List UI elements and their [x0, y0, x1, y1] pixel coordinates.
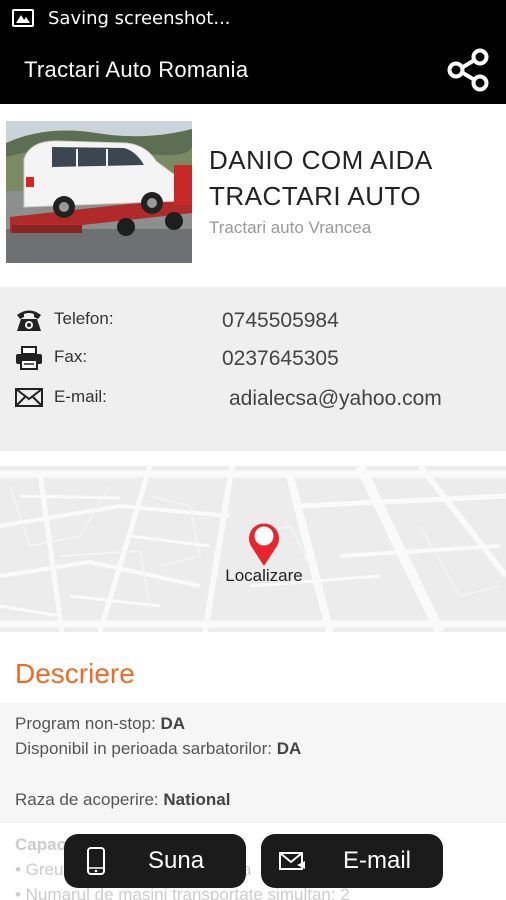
- email-icon: [15, 388, 43, 407]
- desc-label: Raza de acoperire:: [15, 790, 164, 809]
- contact-row-fax[interactable]: Fax: 0237645305: [0, 341, 506, 377]
- fax-label: Fax:: [54, 347, 88, 366]
- company-name: DANIO COM AIDA TRACTARI AUTO: [209, 145, 432, 211]
- location-map[interactable]: Localizare: [0, 466, 506, 632]
- email-button[interactable]: E-mail: [261, 834, 443, 888]
- phone-value[interactable]: 0745505984: [222, 309, 339, 333]
- share-icon[interactable]: [444, 46, 492, 94]
- app-bar: Tractari Auto Romania: [0, 36, 506, 104]
- desc-value: DA: [160, 714, 186, 733]
- phone-icon: [17, 310, 41, 331]
- mobile-phone-icon: [87, 847, 105, 875]
- call-button[interactable]: Suna: [64, 834, 246, 888]
- contact-row-email[interactable]: E-mail: adialecsa@yahoo.com: [0, 381, 506, 417]
- phone-label: Telefon:: [54, 309, 114, 328]
- desc-value: National: [163, 790, 231, 809]
- email-label: E-mail:: [54, 387, 107, 406]
- tow-truck-photo: [6, 121, 192, 263]
- image-icon: [12, 9, 34, 27]
- desc-label: Disponibil in perioada sarbatorilor:: [15, 739, 277, 758]
- desc-label: Program non-stop:: [15, 714, 161, 733]
- contact-row-phone[interactable]: Telefon: 0745505984: [0, 303, 506, 339]
- desc-line-holidays: Disponibil in perioada sarbatorilor: DA: [15, 736, 491, 761]
- contact-panel: Telefon: 0745505984 Fax: 0237645305 E-ma…: [0, 287, 506, 451]
- desc-line-coverage: Raza de acoperire: National: [15, 787, 491, 812]
- email-value[interactable]: adialecsa@yahoo.com: [229, 387, 442, 411]
- send-mail-icon: [279, 852, 305, 870]
- status-bar: Saving screenshot...: [0, 0, 506, 36]
- app-title: Tractari Auto Romania: [24, 57, 249, 82]
- desc-value: DA: [276, 739, 302, 758]
- description-title: Descriere: [15, 658, 135, 689]
- status-text: Saving screenshot...: [48, 7, 231, 29]
- fax-value: 0237645305: [222, 347, 339, 370]
- desc-line-nonstop: Program non-stop: DA: [15, 711, 491, 736]
- email-button-label: E-mail: [343, 847, 412, 874]
- company-subtitle: Tractari auto Vrancea: [209, 218, 372, 237]
- description-box: Program non-stop: DA Disponibil in perio…: [0, 703, 506, 823]
- fax-icon: [16, 346, 42, 370]
- location-pin-icon[interactable]: [244, 518, 284, 568]
- call-button-label: Suna: [148, 847, 205, 874]
- map-label: Localizare: [225, 566, 303, 585]
